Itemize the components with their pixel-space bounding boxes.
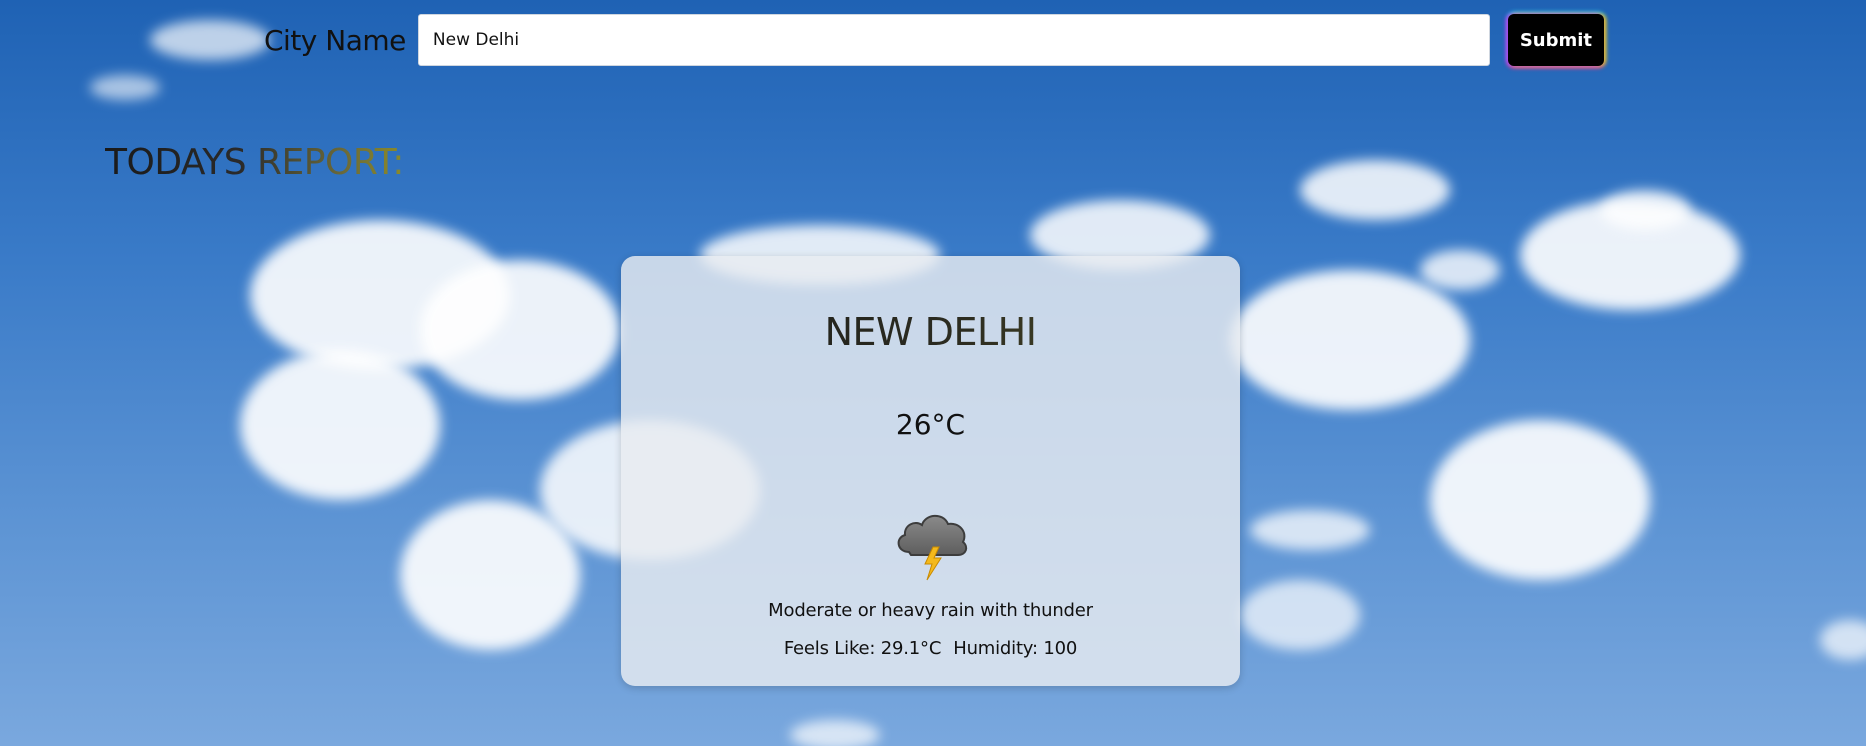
weather-condition: Moderate or heavy rain with thunder bbox=[768, 600, 1093, 621]
city-name-input[interactable] bbox=[417, 14, 1490, 66]
temperature-value: 26°C bbox=[895, 408, 966, 441]
weather-card: NEW DELHI 26°C Moderate or heavy rain wi… bbox=[621, 256, 1240, 686]
submit-button[interactable]: Submit bbox=[1507, 14, 1604, 66]
city-search-bar: City Name Submit bbox=[264, 12, 1604, 68]
weather-city-name: NEW DELHI bbox=[621, 310, 1240, 354]
thunderstorm-cloud-icon bbox=[897, 514, 968, 581]
humidity-value: Humidity: 100 bbox=[953, 638, 1078, 659]
feels-like-value: Feels Like: 29.1°C bbox=[783, 638, 942, 659]
todays-report-heading: TODAYS REPORT: bbox=[105, 142, 404, 183]
weather-details: Feels Like: 29.1°C Humidity: 100 bbox=[621, 638, 1240, 659]
city-name-label: City Name bbox=[264, 23, 406, 57]
